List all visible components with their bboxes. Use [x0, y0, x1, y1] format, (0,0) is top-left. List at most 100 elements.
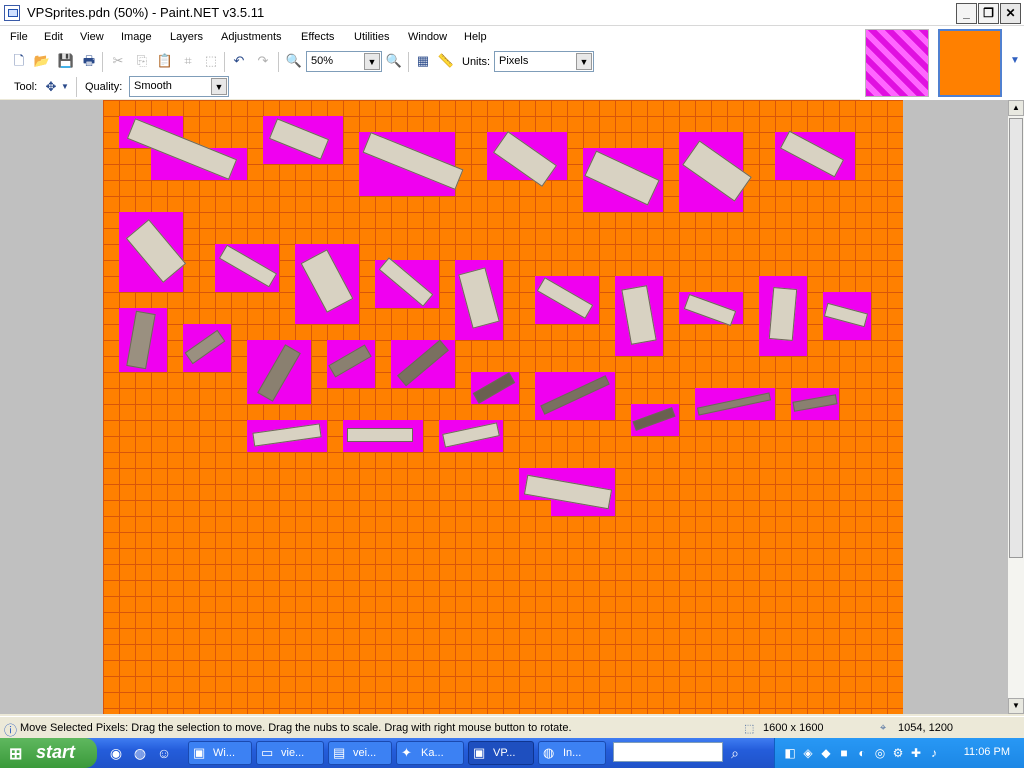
app-icon: ✦ [401, 745, 412, 760]
sprite [119, 116, 247, 196]
start-button[interactable]: ⊞ start [0, 738, 97, 768]
sprite [119, 308, 167, 372]
tray-icon[interactable]: ✚ [907, 744, 925, 762]
sprite [247, 420, 327, 452]
tray-icon[interactable]: ◈ [799, 744, 817, 762]
grid-icon[interactable]: ▦ [414, 52, 432, 70]
taskbar-item-active[interactable]: ▣ VP... [468, 741, 534, 765]
search-icon[interactable]: ⌕ [726, 744, 744, 762]
windows-taskbar: ⊞ start ◉ ◍ ☺ ▣ Wi... ▭ vie... ▤ vei... ✦ Ka… [0, 738, 1024, 768]
firefox-icon[interactable]: ◍ [131, 744, 149, 762]
zoom-in-icon[interactable]: 🔍 [385, 52, 403, 70]
sprite [823, 292, 871, 340]
print-icon[interactable]: 🖶 [80, 52, 98, 70]
taskbar-item[interactable]: ✦ Ka... [396, 741, 464, 765]
menu-window[interactable]: Window [408, 31, 447, 43]
sprite [791, 388, 839, 420]
menu-utilities[interactable]: Utilities [354, 31, 389, 43]
windows-logo-icon: ⊞ [9, 746, 23, 763]
menu-adjustments[interactable]: Adjustments [221, 31, 282, 43]
move-selection-tool-icon[interactable]: ✥ [42, 78, 60, 96]
speaker-icon[interactable]: ♪ [925, 744, 943, 762]
scroll-up-arrow-icon[interactable]: ▲ [1008, 100, 1024, 116]
sprite [535, 276, 599, 324]
sprite [519, 468, 615, 516]
open-file-icon[interactable]: 📂 [33, 52, 51, 70]
minimize-button[interactable]: _ [956, 3, 977, 24]
tray-icon[interactable]: ◆ [817, 744, 835, 762]
sprite [215, 244, 279, 292]
menu-edit[interactable]: Edit [44, 31, 63, 43]
sprite [631, 404, 679, 436]
menu-effects[interactable]: Effects [301, 31, 334, 43]
copy-icon[interactable]: ⎘ [133, 52, 151, 70]
start-label: start [36, 742, 76, 762]
task-label: Wi... [213, 747, 235, 759]
chevron-down-icon[interactable]: ▼ [576, 53, 592, 70]
taskbar-item[interactable]: ▤ vei... [328, 741, 392, 765]
paintnet-app-icon[interactable] [4, 5, 20, 21]
sprite [775, 130, 855, 180]
zoom-out-icon[interactable]: 🔍 [285, 52, 303, 70]
scrollbar-thumb[interactable] [1009, 118, 1023, 558]
menu-view[interactable]: View [80, 31, 104, 43]
deselect-icon[interactable]: ⬚ [202, 52, 220, 70]
menu-file[interactable]: File [10, 31, 28, 43]
task-label: Ka... [421, 747, 444, 759]
redo-icon[interactable]: ↷ [254, 52, 272, 70]
scroll-down-arrow-icon[interactable]: ▼ [1008, 698, 1024, 714]
taskbar-item[interactable]: ▣ Wi... [188, 741, 252, 765]
tray-icon[interactable]: ■ [835, 744, 853, 762]
sprite [679, 132, 759, 212]
new-file-icon[interactable]: 🗋 [10, 52, 28, 70]
toolbar-separator [224, 52, 225, 72]
sprite [119, 212, 199, 292]
sprite [759, 276, 807, 356]
taskbar-item[interactable]: ▭ vie... [256, 741, 324, 765]
taskbar-item[interactable]: ◍ In... [538, 741, 606, 765]
paste-icon[interactable]: 📋 [156, 52, 174, 70]
tray-icon[interactable]: ◧ [781, 744, 799, 762]
ruler-icon[interactable]: 📏 [437, 52, 455, 70]
tray-icon[interactable]: ◐ [853, 744, 871, 762]
title-bar: VPSprites.pdn (50%) - Paint.NET v3.5.11 … [0, 0, 1024, 26]
sprite [695, 388, 775, 420]
vertical-scrollbar[interactable]: ▲ ▼ [1008, 100, 1024, 714]
units-value: Pixels [499, 55, 529, 67]
paintnet-icon: ▣ [473, 745, 486, 760]
taskbar-search-input[interactable] [613, 742, 723, 762]
zoom-select[interactable]: 50% ▼ [306, 51, 382, 72]
tray-icon[interactable]: ⚙ [889, 744, 907, 762]
sprite [327, 340, 375, 388]
image-thumbnail[interactable] [865, 29, 929, 97]
task-label: VP... [493, 747, 516, 759]
menu-image[interactable]: Image [121, 31, 152, 43]
units-select[interactable]: Pixels ▼ [494, 51, 594, 72]
chrome-icon[interactable]: ◉ [107, 744, 125, 762]
chevron-down-icon[interactable]: ▼ [1006, 52, 1024, 70]
restore-button[interactable]: ❐ [978, 3, 999, 24]
quality-label: Quality: [85, 81, 123, 93]
menu-help[interactable]: Help [464, 31, 487, 43]
save-icon[interactable]: 💾 [57, 52, 75, 70]
image-canvas[interactable] [103, 100, 903, 714]
quality-select[interactable]: Smooth ▼ [129, 76, 229, 97]
sprite [375, 257, 439, 308]
chevron-down-icon[interactable]: ▼ [60, 78, 70, 96]
clock[interactable]: 11:06 PM [964, 746, 1010, 758]
chevron-down-icon[interactable]: ▼ [364, 53, 380, 70]
tray-icon[interactable]: ◎ [871, 744, 889, 762]
messenger-icon[interactable]: ☺ [155, 744, 173, 762]
document-icon: ▤ [333, 745, 346, 760]
crop-icon[interactable]: ⌗ [179, 52, 197, 70]
cut-icon[interactable]: ✂ [109, 52, 127, 70]
image-thumbnail-active[interactable] [938, 29, 1002, 97]
firefox-icon: ◍ [543, 745, 555, 760]
canvas-workspace[interactable] [0, 100, 1008, 714]
quality-value: Smooth [134, 80, 172, 92]
menu-layers[interactable]: Layers [170, 31, 203, 43]
chevron-down-icon[interactable]: ▼ [211, 78, 227, 95]
folder-icon: ▭ [261, 745, 274, 760]
undo-icon[interactable]: ↶ [230, 52, 248, 70]
close-button[interactable]: ✕ [1000, 3, 1021, 24]
